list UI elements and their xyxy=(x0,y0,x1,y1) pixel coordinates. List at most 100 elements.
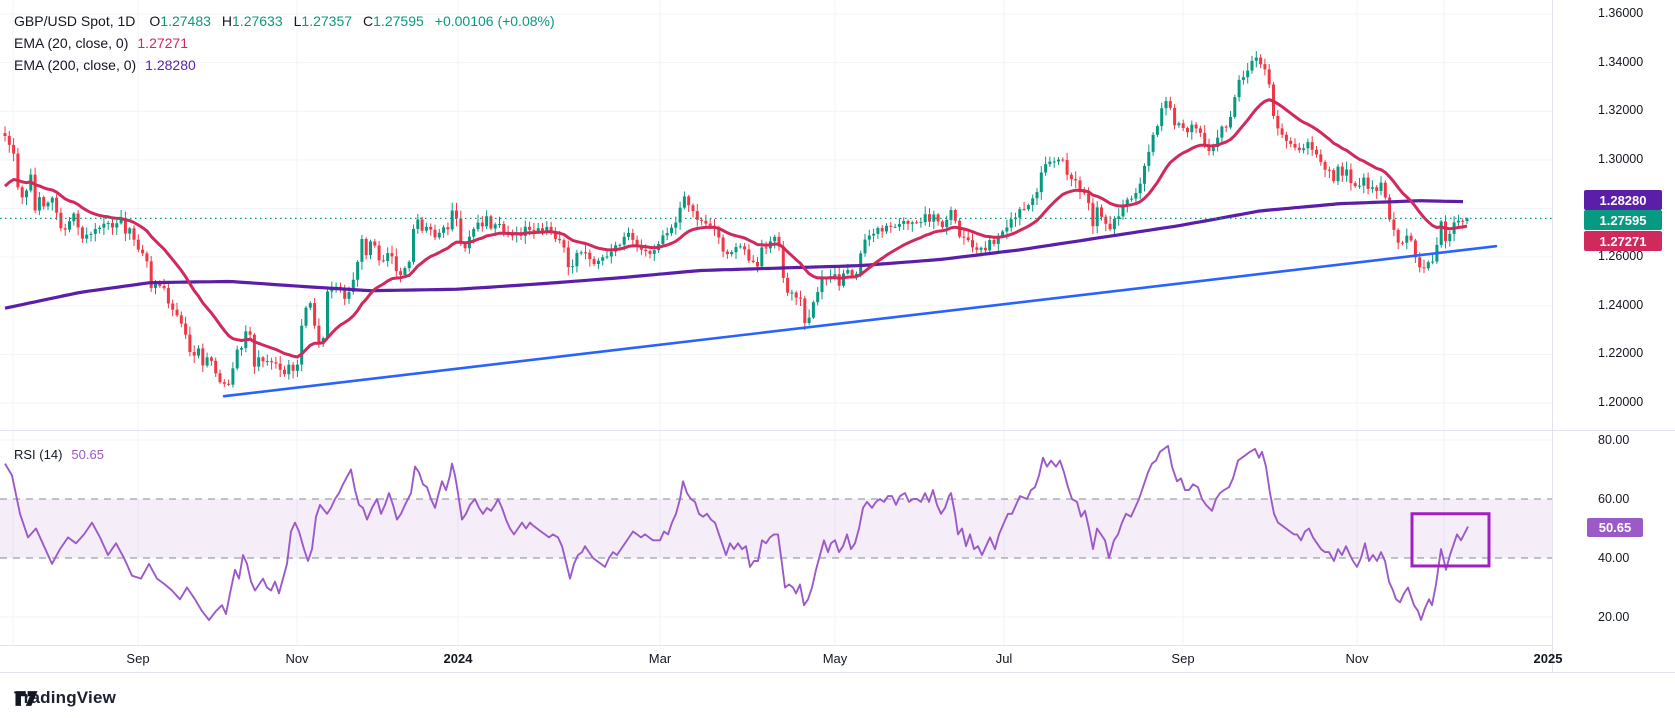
candle-body xyxy=(743,246,746,249)
candle-body xyxy=(1281,128,1284,134)
candle-body xyxy=(571,266,574,267)
candle-body xyxy=(666,233,669,235)
candle-body xyxy=(919,222,922,223)
candle-body xyxy=(962,237,965,238)
candle-body xyxy=(670,228,673,233)
candle-body xyxy=(12,145,15,154)
candle-body xyxy=(1397,230,1400,243)
candle-body xyxy=(941,221,944,227)
price-tick-label: 1.22000 xyxy=(1598,346,1643,360)
ema20-legend-row[interactable]: EMA (20, close, 0) 1.27271 xyxy=(14,32,555,54)
time-axis-label: Nov xyxy=(1345,645,1368,672)
candle-body xyxy=(575,253,578,266)
candle-body xyxy=(438,233,441,238)
candle-body xyxy=(1405,236,1408,243)
ema200-label: EMA (200, close, 0) xyxy=(14,57,136,73)
symbol-legend-row[interactable]: GBP/USD Spot, 1D O1.27483 H1.27633 L1.27… xyxy=(14,10,555,32)
price-axis-scale[interactable]: 1.360001.340001.320001.300001.260001.240… xyxy=(1552,0,1675,672)
candle-body xyxy=(1169,101,1172,108)
candle-body xyxy=(408,262,411,268)
candle-body xyxy=(283,370,286,375)
rsi-pane-canvas[interactable] xyxy=(0,431,1552,645)
candle-body xyxy=(1410,236,1413,241)
candle-body xyxy=(1324,162,1327,170)
candle-body xyxy=(1031,198,1034,205)
candle-body xyxy=(580,252,583,253)
candle-body xyxy=(348,292,351,299)
ema200-line[interactable] xyxy=(5,201,1463,309)
candle-body xyxy=(163,286,166,288)
low-value: L1.27357 xyxy=(294,13,352,29)
tradingview-chart: SepNov2024MarMayJulSepNov2025 1.360001.3… xyxy=(0,0,1675,718)
candle-body xyxy=(739,246,742,247)
candle-body xyxy=(782,246,785,277)
candle-body xyxy=(692,205,695,211)
candle-body xyxy=(1242,77,1245,80)
candle-body xyxy=(1023,209,1026,210)
candle-body xyxy=(1044,164,1047,172)
candle-body xyxy=(455,210,458,218)
candle-body xyxy=(309,303,312,307)
candle-body xyxy=(1147,152,1150,166)
high-value: H1.27633 xyxy=(222,13,283,29)
ema20-price-badge: 1.27271 xyxy=(1584,231,1662,251)
candle-body xyxy=(704,221,707,224)
rsi-value-badge: 50.65 xyxy=(1587,518,1643,537)
candle-body xyxy=(451,210,454,229)
candle-body xyxy=(631,233,634,240)
candle-body xyxy=(42,197,45,206)
candle-body xyxy=(68,221,71,229)
candle-body xyxy=(115,223,118,227)
candle-body xyxy=(1461,221,1464,222)
candle-body xyxy=(756,262,759,266)
candle-body xyxy=(1212,147,1215,151)
candle-body xyxy=(984,248,987,251)
time-axis[interactable]: SepNov2024MarMayJulSepNov2025 xyxy=(0,645,1552,672)
candle-body xyxy=(1195,125,1198,129)
ema20-line[interactable] xyxy=(5,100,1467,357)
candle-body xyxy=(558,239,561,240)
price-tick-label: 1.24000 xyxy=(1598,298,1643,312)
candle-body xyxy=(1109,224,1112,229)
candle-body xyxy=(649,251,652,254)
candle-body xyxy=(584,252,587,253)
candle-body xyxy=(1233,97,1236,117)
candle-body xyxy=(326,291,329,338)
candle-body xyxy=(674,223,677,228)
candle-body xyxy=(773,237,776,241)
tradingview-attribution[interactable]: TradingView xyxy=(14,685,116,711)
candle-body xyxy=(597,261,600,264)
ema200-legend-row[interactable]: EMA (200, close, 0) 1.28280 xyxy=(14,54,555,76)
candle-body xyxy=(1319,154,1322,162)
candle-body xyxy=(1371,187,1374,189)
candle-body xyxy=(988,240,991,250)
candle-body xyxy=(1349,169,1352,183)
rsi-band xyxy=(0,499,1552,558)
candle-body xyxy=(188,335,191,352)
candle-body xyxy=(249,331,252,334)
candle-body xyxy=(305,308,308,326)
candle-body xyxy=(980,248,983,250)
candle-body xyxy=(184,324,187,335)
candle-body xyxy=(494,224,497,228)
candle-body xyxy=(898,224,901,227)
time-axis-label: May xyxy=(823,645,848,672)
candle-body xyxy=(1337,167,1340,182)
candle-body xyxy=(838,274,841,286)
time-axis-label: 2024 xyxy=(444,645,473,672)
rsi-legend-row[interactable]: RSI (14) 50.65 xyxy=(14,443,104,465)
close-value: C1.27595 xyxy=(363,13,424,29)
pane-separator[interactable] xyxy=(0,430,1675,431)
candle-body xyxy=(1375,187,1378,191)
candle-body xyxy=(1354,183,1357,186)
candle-body xyxy=(1096,207,1099,226)
candle-body xyxy=(808,318,811,323)
candle-body xyxy=(1268,69,1271,84)
time-axis-label: Sep xyxy=(126,645,149,672)
candle-body xyxy=(993,240,996,244)
candle-body xyxy=(395,256,398,271)
candle-body xyxy=(563,240,566,247)
candle-body xyxy=(1294,144,1297,148)
candle-body xyxy=(98,228,101,229)
candle-body xyxy=(1229,117,1232,128)
